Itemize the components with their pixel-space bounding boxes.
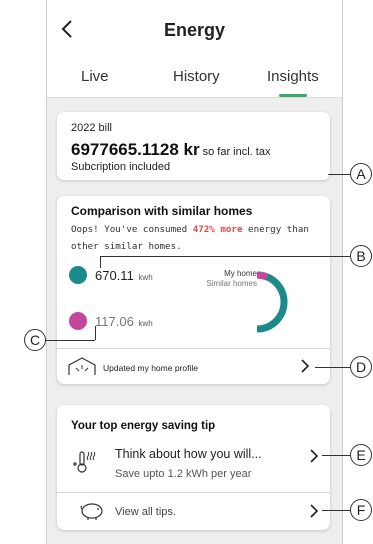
callout-f: F (350, 499, 372, 521)
bill-amount-value: 6977665.1128 kr (71, 140, 200, 159)
bill-amount-suffix: so far incl. tax (202, 146, 271, 158)
tab-live[interactable]: Live (81, 68, 109, 85)
legend-my-home: My home (224, 269, 257, 278)
callout-c-vline (95, 326, 96, 340)
tip-divider (57, 492, 330, 493)
comparison-card: Comparison with similar homes Oops! You'… (57, 196, 330, 384)
comparison-highlight: 472% more (192, 224, 243, 235)
callout-d-line (315, 367, 350, 368)
top-bar: Energy Live History Insights (47, 0, 342, 98)
active-tab-indicator (279, 94, 307, 97)
comparison-divider (57, 348, 330, 349)
tip-card: Your top energy saving tip Think about h… (57, 405, 330, 530)
callout-c-line (45, 340, 95, 341)
similar-homes-unit: kwh (138, 319, 153, 328)
callout-d: D (350, 356, 372, 378)
callout-a-line (328, 174, 350, 175)
update-profile-link[interactable]: Updated my home profile (103, 363, 198, 373)
callout-a: A (350, 163, 372, 185)
callout-b-line (100, 256, 350, 257)
tab-insights[interactable]: Insights (267, 68, 319, 85)
view-all-tips-link[interactable]: View all tips. (115, 506, 176, 518)
callout-f-line (322, 510, 350, 511)
bill-card: 2022 bill 6977665.1128 kr so far incl. ta… (57, 112, 330, 180)
callout-e: E (350, 444, 372, 466)
legend-similar-homes: Similar homes (206, 279, 257, 288)
comparison-donut-chart (256, 271, 288, 333)
similar-homes-arc (256, 271, 269, 281)
tip-main-text[interactable]: Think about how you will... (115, 447, 262, 461)
comparison-text-start: Oops! You've consumed (71, 224, 193, 235)
callout-c: C (24, 329, 46, 351)
bill-year-label: 2022 bill (71, 122, 112, 134)
house-profile-icon (68, 357, 96, 375)
chevron-right-icon[interactable] (300, 359, 310, 373)
comparison-text: Oops! You've consumed 472% more energy t… (71, 221, 321, 255)
my-home-dot (69, 266, 87, 284)
callout-b: B (350, 245, 372, 267)
my-home-number: 670.11 (95, 268, 134, 283)
tab-history[interactable]: History (173, 68, 220, 85)
phone-screen: Energy Live History Insights 2022 bill 6… (46, 0, 343, 544)
similar-homes-number: 117.06 (95, 314, 134, 329)
bill-amount: 6977665.1128 kr so far incl. tax (71, 140, 270, 160)
chevron-right-icon[interactable] (309, 504, 319, 518)
my-home-value: 670.11 kwh (95, 268, 153, 283)
chevron-right-icon[interactable] (309, 449, 319, 463)
tip-card-title: Your top energy saving tip (71, 420, 216, 432)
piggy-bank-icon (80, 503, 103, 520)
comparison-title: Comparison with similar homes (71, 204, 253, 218)
similar-homes-dot (69, 312, 87, 330)
bill-subscription-note: Subcription included (71, 161, 171, 173)
similar-homes-value: 117.06 kwh (95, 314, 153, 329)
my-home-unit: kwh (138, 273, 153, 282)
callout-e-line (322, 455, 350, 456)
callout-b-vline (100, 256, 101, 268)
thermometer-heat-icon (73, 451, 96, 473)
my-home-arc (256, 271, 288, 333)
tip-savings-text: Save upto 1.2 kWh per year (115, 468, 252, 480)
page-title: Energy (163, 20, 226, 40)
